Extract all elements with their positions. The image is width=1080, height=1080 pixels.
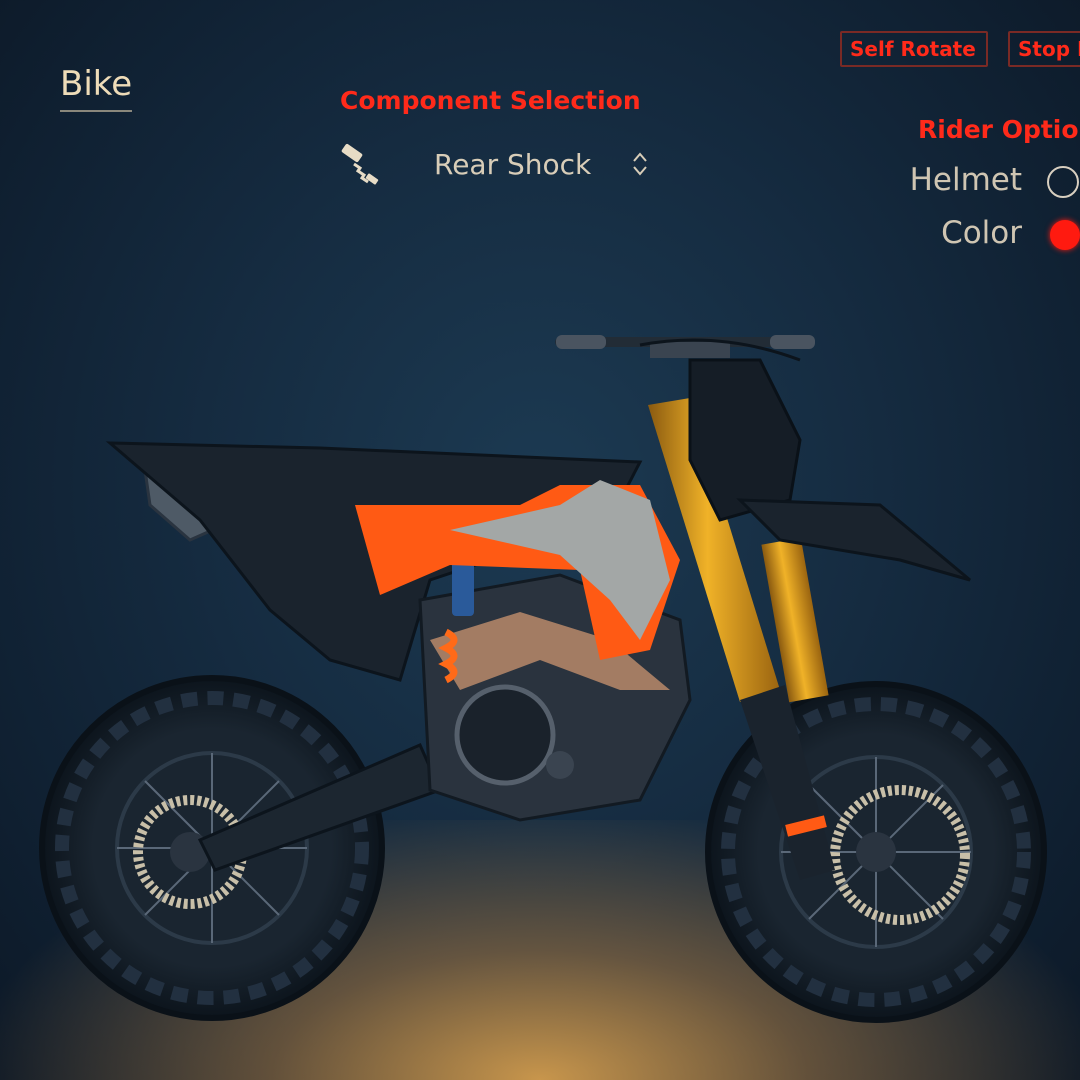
number-plate <box>688 358 802 522</box>
helmet-label: Helmet <box>909 162 1022 198</box>
helmet-radio[interactable] <box>1047 166 1079 198</box>
component-selection-title: Component Selection <box>340 86 641 115</box>
color-label: Color <box>941 215 1022 251</box>
rear-shock-icon <box>341 143 379 185</box>
handlebar <box>555 335 815 362</box>
stop-rotate-button[interactable]: Stop R <box>1008 31 1080 67</box>
component-selected-label: Rear Shock <box>434 147 592 181</box>
updown-chevron-icon[interactable] <box>631 151 649 177</box>
color-radio[interactable] <box>1050 220 1080 250</box>
component-selector[interactable]: Rear Shock <box>330 136 670 192</box>
tab-bike[interactable]: Bike <box>60 64 133 112</box>
self-rotate-button[interactable]: Self Rotate <box>840 31 988 67</box>
rider-options-title: Rider Options <box>918 115 1080 144</box>
